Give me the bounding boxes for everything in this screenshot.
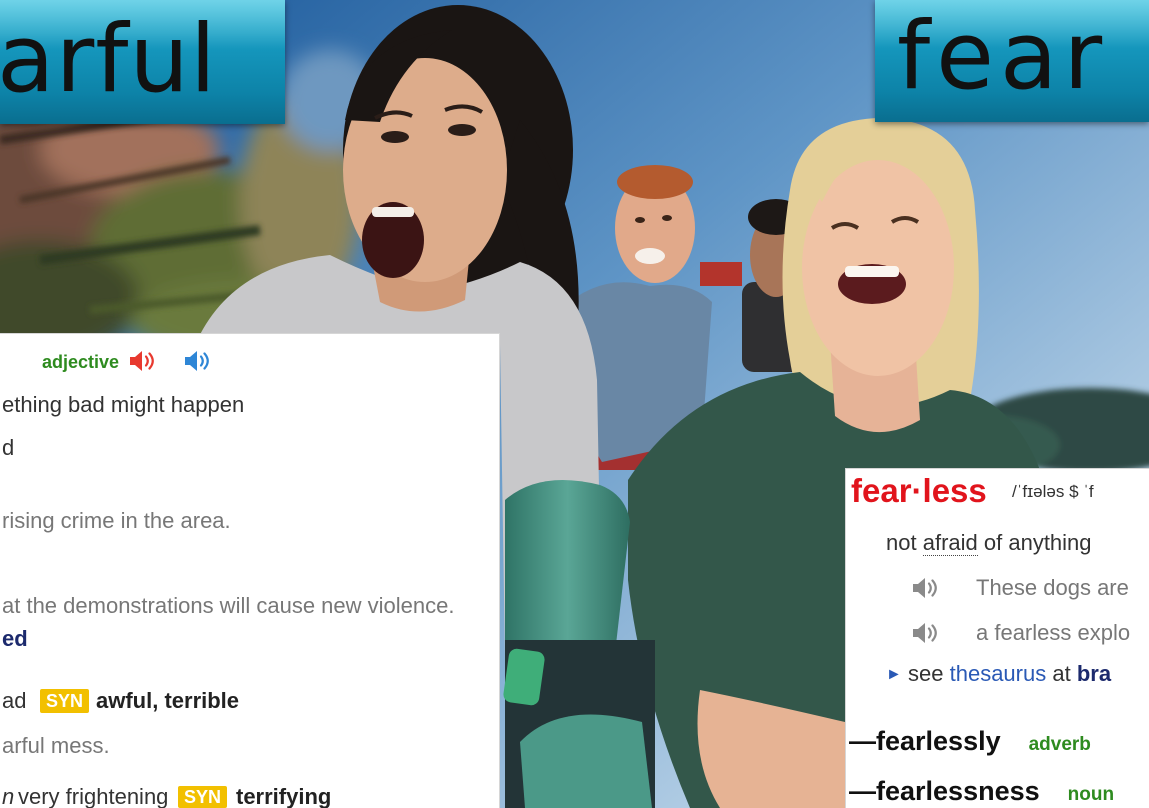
banner-left-title: arful (0, 5, 218, 114)
definition-1-continued: d (2, 435, 15, 460)
definition-1: ething bad might happen (2, 392, 245, 417)
synonym-badge: SYN (40, 689, 90, 713)
synonym-links[interactable]: awful, terrible (96, 688, 239, 714)
speaker-icon[interactable] (911, 576, 939, 600)
definition-3-register: n (2, 784, 15, 808)
example-sentence-1: rising crime in the area. (2, 508, 231, 533)
derived-part-of-speech: noun (1067, 784, 1115, 805)
definition-text: not (886, 530, 917, 555)
phrase-pattern: ed (2, 626, 28, 651)
definition-text: of anything (983, 530, 1092, 555)
definition: not afraid of anything (886, 530, 1092, 556)
dictionary-entry-left: adjective ething bad might happen d risi… (0, 333, 500, 808)
triangle-right-icon: ► (886, 666, 902, 683)
definition-2: ad (2, 688, 27, 713)
thesaurus-at-text: at (1052, 661, 1071, 686)
example-sentence-3: arful mess. (2, 733, 110, 758)
banner-right-title: fear (897, 2, 1109, 111)
red-speaker-icon[interactable] (128, 349, 156, 373)
part-of-speech: adjective (42, 352, 120, 372)
title-banner-left: arful (0, 0, 285, 124)
pronunciation: /ˈfɪələs $ ˈf (1012, 482, 1094, 501)
definition-link[interactable]: afraid (922, 530, 978, 556)
thesaurus-see-text: see (908, 661, 944, 686)
headword: fear·less (851, 472, 987, 509)
title-banner-right: fear (875, 0, 1149, 122)
derived-part-of-speech: adverb (1028, 734, 1091, 755)
blue-speaker-icon[interactable] (183, 349, 211, 373)
derived-form-row: —fearlessly adverb (849, 725, 1091, 757)
thesaurus-link[interactable]: thesaurus (950, 661, 1047, 686)
dictionary-entry-right: fear·less /ˈfɪələs $ ˈf not afraid of an… (845, 468, 1149, 808)
example-sentence-2: a fearless explo (976, 620, 1131, 645)
example-sentence-2: at the demonstrations will cause new vio… (2, 593, 455, 618)
speaker-icon[interactable] (911, 621, 939, 645)
synonym-link[interactable]: terrifying (236, 785, 331, 808)
thesaurus-target-link[interactable]: bra (1077, 661, 1111, 686)
derived-word: —fearlessness (849, 776, 1040, 806)
definition-3: very frightening (18, 784, 169, 808)
derived-form-row: —fearlessness noun (849, 775, 1114, 807)
synonym-badge: SYN (178, 786, 228, 808)
example-sentence-1: These dogs are (976, 575, 1129, 600)
thesaurus-reference: see thesaurus at bra (908, 661, 1111, 687)
derived-word: —fearlessly (849, 726, 1001, 756)
